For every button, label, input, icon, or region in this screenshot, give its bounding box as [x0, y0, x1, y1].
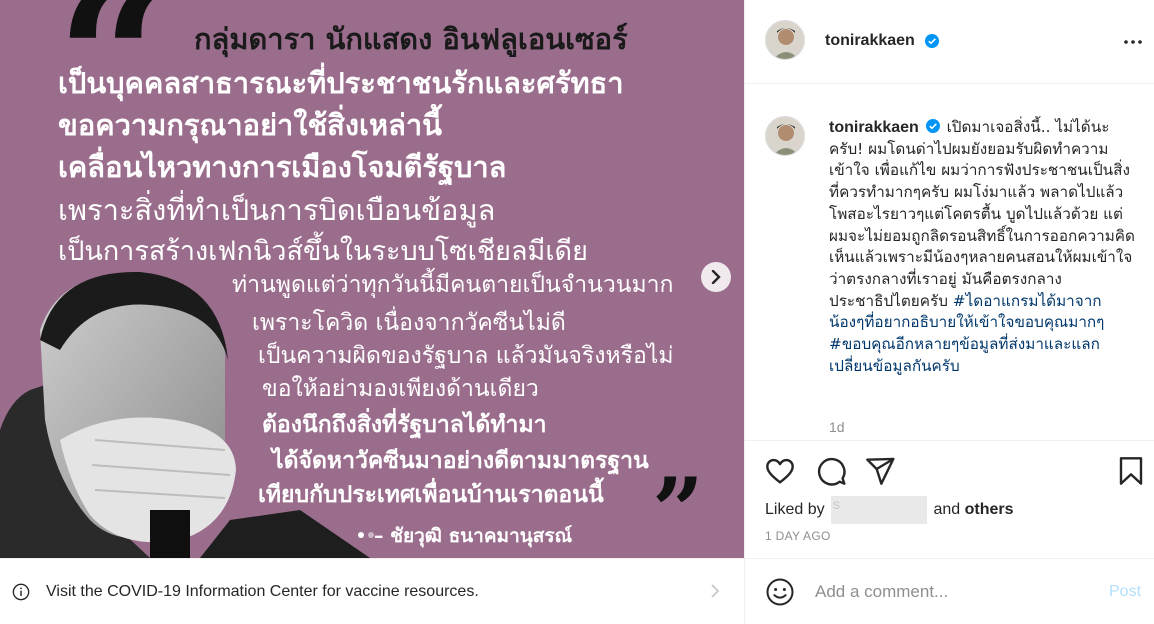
post-actions: Liked by s and others 1 DAY AGO [745, 440, 1154, 558]
profile-photo [766, 21, 804, 59]
caption-text: เปิดมาเจอสิ่งนี้.. ไม่ได้นะครับ! ผมโดนด่… [829, 118, 1135, 310]
post-date[interactable]: 1 DAY AGO [765, 529, 831, 543]
comment-bar: Post [745, 558, 1154, 624]
liked-by[interactable]: Liked by s and others [765, 496, 1014, 524]
chevron-right-icon[interactable] [708, 581, 722, 601]
image-text-line-9: เป็นความผิดของรัฐบาล แล้วมันจริงหรือไม่ [258, 343, 674, 369]
image-attribution: – ชัยวุฒิ ธนาคมานุสรณ์ [374, 525, 573, 547]
avatar[interactable] [765, 20, 805, 60]
smiley-icon[interactable] [765, 577, 795, 607]
covid-info-text[interactable]: Visit the COVID-19 Information Center fo… [46, 583, 479, 601]
caption-username[interactable]: tonirakkaen [829, 119, 919, 136]
image-text-line-3: ขอความกรุณาอย่าใช้สิ่งเหล่านี้ [58, 108, 442, 142]
profile-photo [766, 117, 804, 155]
image-text-line-2: เป็นบุคคลสาธารณะที่ประชาชนรักและศรัทธา [58, 66, 624, 100]
image-text-line-6: เป็นการสร้างเฟกนิวส์ขึ้นในระบบโซเชียลมีเ… [58, 236, 588, 267]
verified-badge-icon [925, 34, 939, 48]
post-comment-button[interactable]: Post [1109, 583, 1141, 601]
caption-timestamp[interactable]: 1d [829, 419, 845, 435]
carousel-dot [368, 532, 374, 538]
caption-avatar[interactable] [765, 116, 805, 156]
image-text-line-13: เทียบกับประเทศเพื่อนบ้านเราตอนนี้ [258, 482, 604, 508]
bookmark-icon[interactable] [1115, 455, 1147, 487]
covid-info-banner[interactable]: Visit the COVID-19 Information Center fo… [0, 558, 744, 624]
heart-icon[interactable] [764, 455, 796, 487]
close-quote-mark: ” [652, 458, 704, 558]
image-text-line-8: เพราะโควิด เนื่องจากวัคซีนไม่ดี [252, 310, 566, 336]
post-details-panel: tonirakkaen tonirakkaen เปิดมาเจอสิ่งนี้… [744, 0, 1154, 624]
liked-by-prefix: Liked by [765, 501, 825, 519]
chevron-right-icon [711, 270, 721, 284]
header-username[interactable]: tonirakkaen [825, 32, 915, 50]
image-text-line-10: ขอให้อย่ามองเพียงด้านเดียว [262, 376, 539, 402]
liked-by-user-redacted[interactable]: s [831, 496, 928, 524]
share-icon[interactable] [864, 455, 896, 487]
image-text-line-5: เพราะสิ่งที่ทำเป็นการบิดเบือนข้อมูล [58, 193, 496, 227]
hashtag-link[interactable]: #ขอบคุณอีกหลายๆข้อมูลที่ส่งมาและแลกเปลี่… [829, 335, 1100, 375]
post-caption: tonirakkaen เปิดมาเจอสิ่งนี้.. ไม่ได้นะค… [829, 117, 1135, 377]
post-image[interactable]: “ กลุ่มดารา นักแสดง อินฟลูเอนเซอร์ เป็นบ… [0, 0, 744, 558]
image-text-line-12: ได้จัดหาวัคซีนมาอย่างดีตามมาตรฐาน [272, 448, 649, 474]
verified-badge-icon [925, 119, 940, 133]
info-icon [12, 583, 30, 601]
post-header: tonirakkaen [745, 0, 1154, 84]
image-text-line-7: ท่านพูดแต่ว่าทุกวันนี้มีคนตายเป็นจำนวนมา… [232, 272, 674, 298]
image-text-line-4: เคลื่อนไหวทางการเมืองโจมตีรัฐบาล [58, 150, 507, 184]
liked-by-others-link[interactable]: others [965, 501, 1014, 518]
carousel-dot-active [358, 532, 364, 538]
carousel-next-button[interactable] [701, 262, 731, 292]
image-text-line-1: กลุ่มดารา นักแสดง อินฟลูเอนเซอร์ [194, 22, 628, 56]
carousel-dots [358, 532, 374, 538]
more-options-icon[interactable] [1123, 32, 1143, 52]
liked-by-and: and [933, 501, 961, 519]
image-text-line-11: ต้องนึกถึงสิ่งที่รัฐบาลได้ทำมา [262, 412, 547, 438]
comment-icon[interactable] [815, 455, 847, 487]
comment-input[interactable] [815, 581, 1075, 603]
